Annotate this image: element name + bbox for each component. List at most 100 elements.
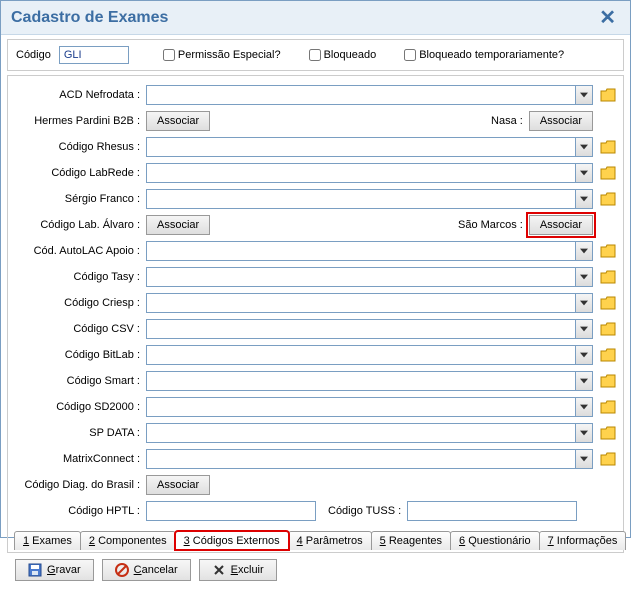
matrixconnect-label: MatrixConnect :: [14, 453, 142, 465]
sp-data-input[interactable]: [146, 423, 575, 443]
codigo-input[interactable]: [59, 46, 129, 64]
folder-icon[interactable]: [599, 399, 617, 415]
folder-icon[interactable]: [599, 87, 617, 103]
folder-icon[interactable]: [599, 165, 617, 181]
tab-reagentes[interactable]: 5 Reagentes: [371, 531, 451, 550]
codigo-bitlab-combo[interactable]: [146, 345, 593, 365]
codigo-tuss-label: Código TUSS :: [328, 505, 401, 517]
codigo-labrede-label: Código LabRede :: [14, 167, 142, 179]
check-permissao-especial-box[interactable]: [163, 49, 175, 61]
codigo-smart-combo[interactable]: [146, 371, 593, 391]
lab-alvaro-associar-button[interactable]: Associar: [146, 215, 210, 235]
excluir-button[interactable]: Excluir: [199, 559, 277, 581]
tab-questionario[interactable]: 6 Questionário: [450, 531, 540, 550]
folder-icon[interactable]: [599, 243, 617, 259]
cod-autolac-combo[interactable]: [146, 241, 593, 261]
acd-nefrodata-combo[interactable]: [146, 85, 593, 105]
folder-icon[interactable]: [599, 321, 617, 337]
chevron-down-icon[interactable]: [575, 293, 593, 313]
acd-nefrodata-input[interactable]: [146, 85, 575, 105]
folder-icon[interactable]: [599, 269, 617, 285]
cancel-icon: [115, 563, 129, 577]
chevron-down-icon[interactable]: [575, 423, 593, 443]
codigo-csv-label: Código CSV :: [14, 323, 142, 335]
folder-icon[interactable]: [599, 373, 617, 389]
cod-autolac-label: Cód. AutoLAC Apoio :: [14, 245, 142, 257]
gravar-button[interactable]: Gravar: [15, 559, 94, 581]
chevron-down-icon[interactable]: [575, 371, 593, 391]
folder-icon[interactable]: [599, 425, 617, 441]
sp-data-combo[interactable]: [146, 423, 593, 443]
chevron-down-icon[interactable]: [575, 189, 593, 209]
codigo-labrede-combo[interactable]: [146, 163, 593, 183]
codigo-tasy-combo[interactable]: [146, 267, 593, 287]
folder-icon[interactable]: [599, 451, 617, 467]
check-bloqueado[interactable]: Bloqueado: [309, 49, 377, 61]
folder-icon[interactable]: [599, 191, 617, 207]
close-icon[interactable]: ✕: [595, 5, 620, 30]
chevron-down-icon[interactable]: [575, 319, 593, 339]
check-bloqueado-temp-box[interactable]: [404, 49, 416, 61]
sao-marcos-associar-button[interactable]: Associar: [529, 215, 593, 235]
codigo-smart-label: Código Smart :: [14, 375, 142, 387]
tab-codigos-externos[interactable]: 3 Códigos Externos: [175, 531, 289, 550]
tab-informacoes[interactable]: 7 Informações: [539, 531, 627, 550]
folder-icon[interactable]: [599, 347, 617, 363]
cod-autolac-input[interactable]: [146, 241, 575, 261]
codigo-rhesus-combo[interactable]: [146, 137, 593, 157]
tab-parametros[interactable]: 4 Parâmetros: [288, 531, 372, 550]
acd-nefrodata-label: ACD Nefrodata :: [14, 89, 142, 101]
codigo-hptl-label: Código HPTL :: [14, 505, 142, 517]
matrixconnect-input[interactable]: [146, 449, 575, 469]
codigo-label: Código: [16, 49, 51, 61]
chevron-down-icon[interactable]: [575, 241, 593, 261]
tab-componentes[interactable]: 2 Componentes: [80, 531, 176, 550]
codigo-lab-alvaro-label: Código Lab. Álvaro :: [14, 219, 142, 231]
codigo-tasy-input[interactable]: [146, 267, 575, 287]
chevron-down-icon[interactable]: [575, 267, 593, 287]
sergio-franco-input[interactable]: [146, 189, 575, 209]
codigo-rhesus-input[interactable]: [146, 137, 575, 157]
sao-marcos-label: São Marcos :: [458, 219, 523, 231]
check-bloqueado-box[interactable]: [309, 49, 321, 61]
codigo-hptl-input[interactable]: [146, 501, 316, 521]
codigo-sd2000-input[interactable]: [146, 397, 575, 417]
sergio-franco-combo[interactable]: [146, 189, 593, 209]
codigo-criesp-label: Código Criesp :: [14, 297, 142, 309]
codigo-tuss-input[interactable]: [407, 501, 577, 521]
page-title: Cadastro de Exames: [11, 9, 168, 27]
codigo-criesp-input[interactable]: [146, 293, 575, 313]
folder-icon[interactable]: [599, 139, 617, 155]
codigo-csv-input[interactable]: [146, 319, 575, 339]
save-icon: [28, 563, 42, 577]
chevron-down-icon[interactable]: [575, 345, 593, 365]
codigo-smart-input[interactable]: [146, 371, 575, 391]
codigo-criesp-combo[interactable]: [146, 293, 593, 313]
folder-icon[interactable]: [599, 295, 617, 311]
tab-exames[interactable]: 1 Exames: [14, 531, 81, 550]
codigo-tasy-label: Código Tasy :: [14, 271, 142, 283]
nasa-associar-button[interactable]: Associar: [529, 111, 593, 131]
diag-brasil-associar-button[interactable]: Associar: [146, 475, 210, 495]
hermes-associar-button[interactable]: Associar: [146, 111, 210, 131]
tab-bar: 1 Exames 2 Componentes 3 Códigos Externo…: [14, 530, 617, 550]
codigo-sd2000-combo[interactable]: [146, 397, 593, 417]
nasa-label: Nasa :: [491, 115, 523, 127]
chevron-down-icon[interactable]: [575, 449, 593, 469]
matrixconnect-combo[interactable]: [146, 449, 593, 469]
cancelar-button[interactable]: Cancelar: [102, 559, 191, 581]
codigo-csv-combo[interactable]: [146, 319, 593, 339]
chevron-down-icon[interactable]: [575, 397, 593, 417]
chevron-down-icon[interactable]: [575, 85, 593, 105]
sergio-franco-label: Sérgio Franco :: [14, 193, 142, 205]
codigo-labrede-input[interactable]: [146, 163, 575, 183]
hermes-b2b-label: Hermes Pardini B2B :: [14, 115, 142, 127]
check-permissao-especial[interactable]: Permissão Especial?: [163, 49, 281, 61]
codigo-rhesus-label: Código Rhesus :: [14, 141, 142, 153]
chevron-down-icon[interactable]: [575, 163, 593, 183]
chevron-down-icon[interactable]: [575, 137, 593, 157]
codigo-bitlab-label: Código BitLab :: [14, 349, 142, 361]
check-bloqueado-temp[interactable]: Bloqueado temporariamente?: [404, 49, 564, 61]
header-panel: Código Permissão Especial? Bloqueado Blo…: [7, 39, 624, 71]
codigo-bitlab-input[interactable]: [146, 345, 575, 365]
